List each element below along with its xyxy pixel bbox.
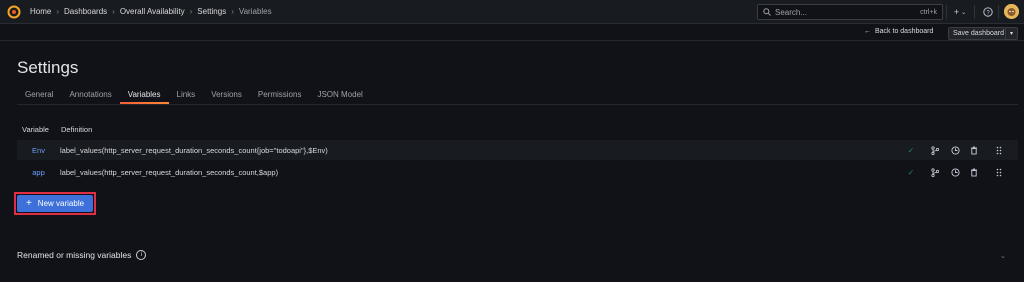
plus-icon: + — [953, 7, 960, 17]
breadcrumb-variables: Variables — [238, 7, 272, 16]
back-to-dashboard-button[interactable]: ← Back to dashboard — [864, 28, 933, 35]
help-icon: ? — [983, 7, 993, 17]
help-button[interactable]: ? — [982, 5, 994, 19]
branch-icon[interactable] — [930, 166, 940, 178]
duplicate-icon[interactable] — [950, 144, 960, 156]
breadcrumb-home[interactable]: Home — [30, 7, 51, 16]
trash-icon[interactable] — [969, 166, 979, 178]
info-icon[interactable]: i — [136, 250, 147, 260]
duplicate-icon[interactable] — [950, 166, 960, 178]
dashboard-toolbar: ← Back to dashboard Save dashboard ▾ — [0, 24, 1024, 41]
check-icon: ✓ — [907, 145, 915, 155]
breadcrumb-dashboards[interactable]: Dashboards — [64, 7, 107, 16]
save-dashboard-button[interactable]: Save dashboard ▾ — [948, 27, 1018, 40]
search-icon — [763, 8, 771, 16]
tab-variables[interactable]: Variables — [119, 88, 169, 104]
chevron-right-icon: › — [56, 7, 60, 16]
chevron-right-icon: › — [112, 7, 115, 16]
tab-annotations[interactable]: Annotations — [61, 88, 119, 104]
chevron-right-icon: › — [189, 7, 193, 16]
variable-definition: label_values(http_server_request_duratio… — [60, 167, 279, 177]
grafana-logo-icon[interactable] — [6, 4, 22, 20]
settings-tabs: General Annotations Variables Links Vers… — [17, 88, 371, 104]
chevron-right-icon: › — [231, 7, 234, 16]
arrow-left-icon: ← — [864, 28, 871, 35]
divider — [998, 5, 999, 19]
tab-versions[interactable]: Versions — [203, 88, 250, 104]
divider — [974, 5, 975, 19]
table-row: app label_values(http_server_request_dur… — [17, 162, 1018, 182]
tab-general[interactable]: General — [17, 88, 61, 104]
page-title: Settings — [17, 58, 79, 77]
search-placeholder: Search... — [775, 7, 808, 17]
drag-handle-icon[interactable] — [994, 144, 1004, 156]
search-shortcut: ctrl+k — [920, 8, 937, 16]
add-menu-button[interactable]: + ⌄ — [951, 5, 969, 19]
divider — [946, 5, 947, 19]
search-input[interactable]: Search... ctrl+k — [757, 4, 943, 20]
new-variable-button[interactable]: + New variable — [17, 195, 93, 212]
table-row: Env label_values(http_server_request_dur… — [17, 140, 1018, 160]
variable-name-link[interactable]: app — [17, 168, 60, 177]
chevron-down-icon[interactable]: ▾ — [1005, 28, 1017, 39]
breadcrumb-dashboard[interactable]: Overall Availability — [120, 7, 185, 16]
trash-icon[interactable] — [969, 144, 979, 156]
plus-icon: + — [25, 198, 32, 209]
variable-name-link[interactable]: Env — [17, 146, 60, 155]
column-header-variable: Variable — [22, 125, 49, 134]
variable-definition: label_values(http_server_request_duratio… — [60, 145, 328, 155]
renamed-variables-section-header[interactable]: Renamed or missing variables i — [17, 250, 147, 260]
section-title: Renamed or missing variables — [17, 250, 132, 260]
save-dashboard-label: Save dashboard — [953, 30, 1004, 37]
chevron-down-icon: ⌄ — [961, 9, 967, 16]
tab-json-model[interactable]: JSON Model — [309, 88, 370, 104]
breadcrumb-settings[interactable]: Settings — [197, 7, 226, 16]
avatar[interactable] — [1004, 4, 1019, 19]
new-variable-label: New variable — [37, 199, 85, 208]
check-icon: ✓ — [907, 167, 915, 177]
breadcrumb: Home › Dashboards › Overall Availability… — [30, 7, 272, 16]
column-header-definition: Definition — [61, 125, 93, 134]
top-nav-bar: Home › Dashboards › Overall Availability… — [0, 0, 1024, 24]
table-header: Variable Definition — [22, 125, 92, 134]
tab-links[interactable]: Links — [169, 88, 204, 104]
branch-icon[interactable] — [930, 144, 940, 156]
chevron-down-icon[interactable]: ⌄ — [1000, 252, 1006, 260]
tab-permissions[interactable]: Permissions — [250, 88, 310, 104]
drag-handle-icon[interactable] — [994, 166, 1004, 178]
tabs-divider — [17, 104, 1018, 105]
back-to-dashboard-label: Back to dashboard — [875, 28, 934, 35]
